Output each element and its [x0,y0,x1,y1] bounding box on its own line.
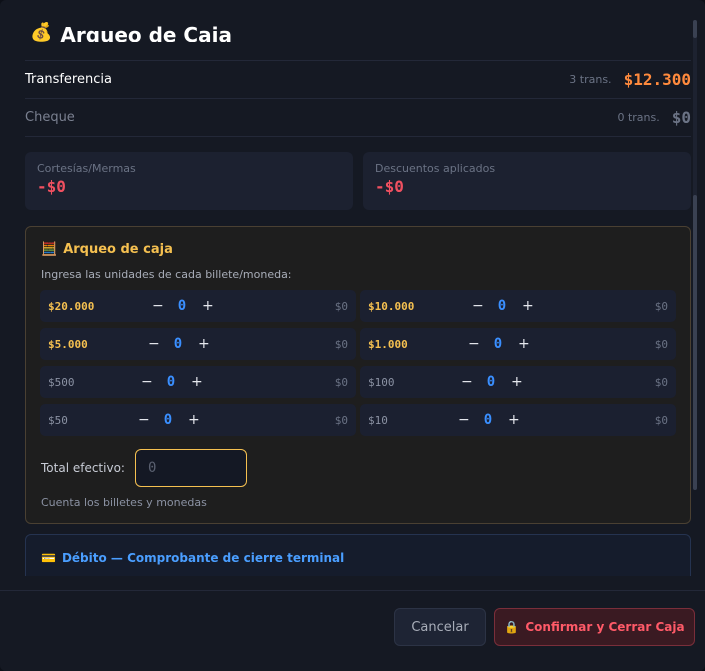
denomination-10000: $10.000 − 0 + $0 [360,290,676,322]
arqueo-title: 🧮 Arqueo de caja [41,242,173,257]
denomination-label: $20.000 [48,299,95,313]
denomination-10: $10 − 0 + $0 [360,404,676,436]
cortesias-value: -$0 [37,177,66,196]
denomination-subtotal: $0 [334,413,348,427]
credit-card-icon: 💳 [41,551,56,565]
denomination-subtotal: $0 [334,299,348,313]
payment-amount: $0 [671,108,691,127]
denomination-subtotal: $0 [334,375,348,389]
denomination-20000: $20.000 − 0 + $0 [40,290,356,322]
decrement-button[interactable]: − [468,336,480,352]
quantity-value[interactable]: 0 [492,336,504,352]
cortesias-card: Cortesías/Mermas -$0 [25,152,353,210]
denomination-50: $50 − 0 + $0 [40,404,356,436]
payment-label: Cheque [25,110,75,125]
denomination-label: $10 [368,413,388,427]
denomination-100: $100 − 0 + $0 [360,366,676,398]
increment-button[interactable]: + [202,298,214,314]
denomination-label: $50 [48,413,68,427]
denomination-label: $5.000 [48,337,88,351]
arqueo-section: 🧮 Arqueo de caja Ingresa las unidades de… [25,226,691,524]
descuentos-value: -$0 [375,177,404,196]
decrement-button[interactable]: − [152,298,164,314]
payment-row-cheque: Cheque 0 trans. $0 [25,98,691,136]
denomination-subtotal: $0 [654,413,668,427]
denomination-label: $10.000 [368,299,415,313]
arqueo-title-text: Arqueo de caja [63,242,173,257]
increment-button[interactable]: + [188,412,200,428]
increment-button[interactable]: + [511,374,523,390]
quantity-value[interactable]: 0 [165,374,177,390]
quantity-stepper: − 0 + [138,412,200,428]
denomination-subtotal: $0 [334,337,348,351]
denomination-label: $100 [368,375,395,389]
decrement-button[interactable]: − [138,412,150,428]
decrement-button[interactable]: − [148,336,160,352]
denomination-subtotal: $0 [654,299,668,313]
descuentos-label: Descuentos aplicados [375,162,496,175]
payment-amount: $12.300 [623,70,691,89]
denomination-500: $500 − 0 + $0 [40,366,356,398]
denomination-subtotal: $0 [654,337,668,351]
payment-label: Transferencia [25,72,112,87]
debit-title-text: Débito — Comprobante de cierre terminal [61,551,345,565]
confirm-label: Confirmar y Cerrar Caja [525,620,685,634]
debit-section: 💳 Débito — Comprobante de cierre termina… [25,534,691,576]
denomination-label: $1.000 [368,337,408,351]
quantity-value[interactable]: 0 [485,374,497,390]
quantity-stepper: − 0 + [468,336,530,352]
increment-button[interactable]: + [518,336,530,352]
cancel-button[interactable]: Cancelar [394,608,486,646]
increment-button[interactable]: + [198,336,210,352]
abacus-icon: 🧮 [41,242,58,257]
total-efectivo-row: Total efectivo: [41,449,247,487]
arqueo-hint: Cuenta los billetes y monedas [41,496,207,509]
arqueo-subtitle: Ingresa las unidades de cada billete/mon… [41,268,292,281]
arqueo-modal: 💰 Arqueo de Caja Transferencia 3 trans. … [0,0,705,671]
quantity-value[interactable]: 0 [162,412,174,428]
quantity-stepper: − 0 + [461,374,523,390]
increment-button[interactable]: + [191,374,203,390]
decrement-button[interactable]: − [472,298,484,314]
decrement-button[interactable]: − [141,374,153,390]
divider [25,136,691,137]
scrollbar-top-cap [693,20,697,38]
increment-button[interactable]: + [508,412,520,428]
total-efectivo-input[interactable] [134,449,247,487]
denomination-label: $500 [48,375,75,389]
decrement-button[interactable]: − [461,374,473,390]
quantity-value[interactable]: 0 [482,412,494,428]
quantity-stepper: − 0 + [141,374,203,390]
total-efectivo-label: Total efectivo: [41,461,125,475]
quantity-value[interactable]: 0 [172,336,184,352]
payment-count: 3 trans. [569,73,612,86]
money-bag-icon: 💰 [30,22,53,42]
modal-title: Arqueo de Caja [60,23,232,42]
denomination-subtotal: $0 [654,375,668,389]
lock-icon: 🔒 [504,620,520,634]
confirm-close-button[interactable]: 🔒 Confirmar y Cerrar Caja [494,608,695,646]
quantity-value[interactable]: 0 [176,298,188,314]
denomination-5000: $5.000 − 0 + $0 [40,328,356,360]
modal-header: 💰 Arqueo de Caja [30,22,232,42]
increment-button[interactable]: + [522,298,534,314]
quantity-stepper: − 0 + [148,336,210,352]
payment-row-transferencia: Transferencia 3 trans. $12.300 [25,60,691,98]
descuentos-card: Descuentos aplicados -$0 [363,152,691,210]
quantity-stepper: − 0 + [458,412,520,428]
modal-footer: Cancelar 🔒 Confirmar y Cerrar Caja [0,590,705,671]
modal-body[interactable]: Transferencia 3 trans. $12.300 Cheque 0 … [0,42,705,576]
quantity-stepper: − 0 + [152,298,214,314]
quantity-stepper: − 0 + [472,298,534,314]
decrement-button[interactable]: − [458,412,470,428]
cortesias-label: Cortesías/Mermas [37,162,136,175]
debit-title: 💳 Débito — Comprobante de cierre termina… [41,551,344,565]
denomination-1000: $1.000 − 0 + $0 [360,328,676,360]
quantity-value[interactable]: 0 [496,298,508,314]
payment-count: 0 trans. [617,111,660,124]
